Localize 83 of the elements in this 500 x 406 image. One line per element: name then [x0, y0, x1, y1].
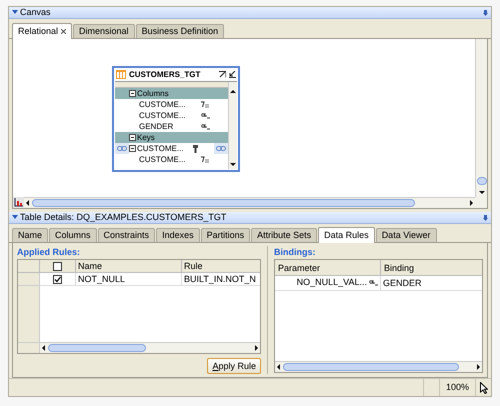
- tab-label: Name: [18, 231, 42, 240]
- table-node[interactable]: CUSTOMERS_TGT Columns CUSTOME... CUSTOME... GENDER Keys CUSTOME... CUSTOME...: [112, 66, 240, 172]
- scrollbar-corner: [18, 342, 40, 353]
- tab[interactable]: Data Viewer: [376, 228, 437, 242]
- tab-label: Dimensional: [79, 27, 129, 36]
- pin-icon[interactable]: [483, 10, 488, 16]
- column-name: CUSTOME...: [139, 156, 187, 164]
- vertical-scrollbar[interactable]: [228, 82, 237, 169]
- table-cell: NOT_NULL: [76, 273, 182, 286]
- group-label: Keys: [137, 134, 155, 142]
- scroll-down-icon[interactable]: [229, 161, 237, 169]
- tab-label: Business Definition: [142, 27, 218, 36]
- apply-rule-button[interactable]: Apply Rule: [207, 358, 261, 374]
- column-header[interactable]: Parameter: [275, 260, 381, 276]
- tab[interactable]: Indexes: [156, 228, 200, 242]
- tab-label: Columns: [55, 231, 91, 240]
- table-cell: GENDER: [381, 276, 482, 291]
- tab-label: Partitions: [206, 231, 244, 240]
- row-header-column: [18, 286, 40, 342]
- checkbox[interactable]: [53, 262, 62, 270]
- collapse-triangle-icon[interactable]: [12, 215, 18, 220]
- scrollbar-thumb[interactable]: [48, 344, 146, 352]
- tab[interactable]: Dimensional: [73, 24, 135, 38]
- horizontal-scrollbar[interactable]: [24, 197, 475, 208]
- column-name: CUSTOME...: [139, 112, 187, 120]
- link-icon: [117, 146, 127, 151]
- cursor-icon[interactable]: [480, 382, 488, 394]
- chart-icon[interactable]: [13, 197, 24, 208]
- scrollbar-thumb[interactable]: [283, 363, 459, 371]
- tab-label: Data Rules: [324, 231, 369, 240]
- tab-label: Attribute Sets: [257, 231, 312, 240]
- scroll-right-icon[interactable]: [467, 199, 475, 207]
- horizontal-scrollbar[interactable]: [40, 342, 260, 353]
- tab-label: Indexes: [162, 231, 194, 240]
- scroll-right-icon[interactable]: [252, 344, 260, 352]
- column-header[interactable]: Binding: [381, 260, 482, 276]
- panel-title: Canvas: [20, 8, 51, 17]
- key-name: CUSTOME...: [137, 144, 185, 152]
- column-name: GENDER: [139, 122, 174, 130]
- tab[interactable]: Columns: [49, 228, 97, 242]
- vertical-scrollbar[interactable]: [475, 39, 487, 197]
- collapse-triangle-icon[interactable]: [12, 10, 18, 15]
- collapse-icon[interactable]: [129, 134, 136, 141]
- collapse-icon[interactable]: [129, 145, 136, 152]
- horizontal-scrollbar[interactable]: [275, 361, 482, 372]
- column-header[interactable]: Name: [76, 260, 182, 273]
- tab[interactable]: Business Definition: [136, 24, 224, 38]
- key-icon: [193, 144, 198, 152]
- tab-label: Relational: [18, 27, 58, 36]
- scroll-left-icon[interactable]: [24, 199, 32, 207]
- table-cell: BUILT_IN.NOT_N: [182, 273, 260, 286]
- tab[interactable]: Data Rules: [318, 227, 375, 243]
- scrollbar-thumb[interactable]: [32, 199, 415, 207]
- section-heading: Bindings:: [274, 246, 316, 259]
- check-icon: [54, 276, 61, 282]
- close-icon[interactable]: [61, 29, 66, 34]
- tab-label: Constraints: [104, 231, 150, 240]
- link-icon: [216, 146, 226, 151]
- group-label: Columns: [137, 90, 169, 98]
- column-header[interactable]: Rule: [182, 260, 260, 273]
- checkbox[interactable]: [53, 274, 62, 284]
- scrollbar-thumb[interactable]: [476, 177, 486, 185]
- zoom-level: 100%: [439, 379, 475, 396]
- tab-label: Data Viewer: [382, 231, 431, 240]
- tab[interactable]: Attribute Sets: [251, 228, 318, 242]
- tab[interactable]: Constraints: [98, 228, 156, 242]
- table-name: CUSTOMERS_TGT: [129, 70, 200, 78]
- pin-icon[interactable]: [483, 214, 488, 220]
- scroll-right-icon[interactable]: [474, 363, 482, 371]
- expand-corner-icon[interactable]: [219, 71, 226, 78]
- table-icon: [116, 70, 126, 79]
- scroll-up-icon[interactable]: [229, 88, 237, 96]
- panel-title: Table Details: DQ_EXAMPLES.CUSTOMERS_TGT: [20, 213, 226, 222]
- scroll-left-icon[interactable]: [275, 363, 283, 371]
- scroll-left-icon[interactable]: [40, 344, 48, 352]
- minimize-icon[interactable]: [229, 71, 236, 78]
- column-name: CUSTOME...: [139, 100, 187, 108]
- tab[interactable]: Name: [12, 228, 48, 242]
- tab[interactable]: Relational: [12, 23, 72, 39]
- collapse-icon[interactable]: [129, 90, 136, 97]
- table-cell-text: NO_NULL_VAL...: [296, 276, 367, 290]
- section-heading: Applied Rules:: [17, 246, 82, 259]
- tab[interactable]: Partitions: [200, 228, 250, 242]
